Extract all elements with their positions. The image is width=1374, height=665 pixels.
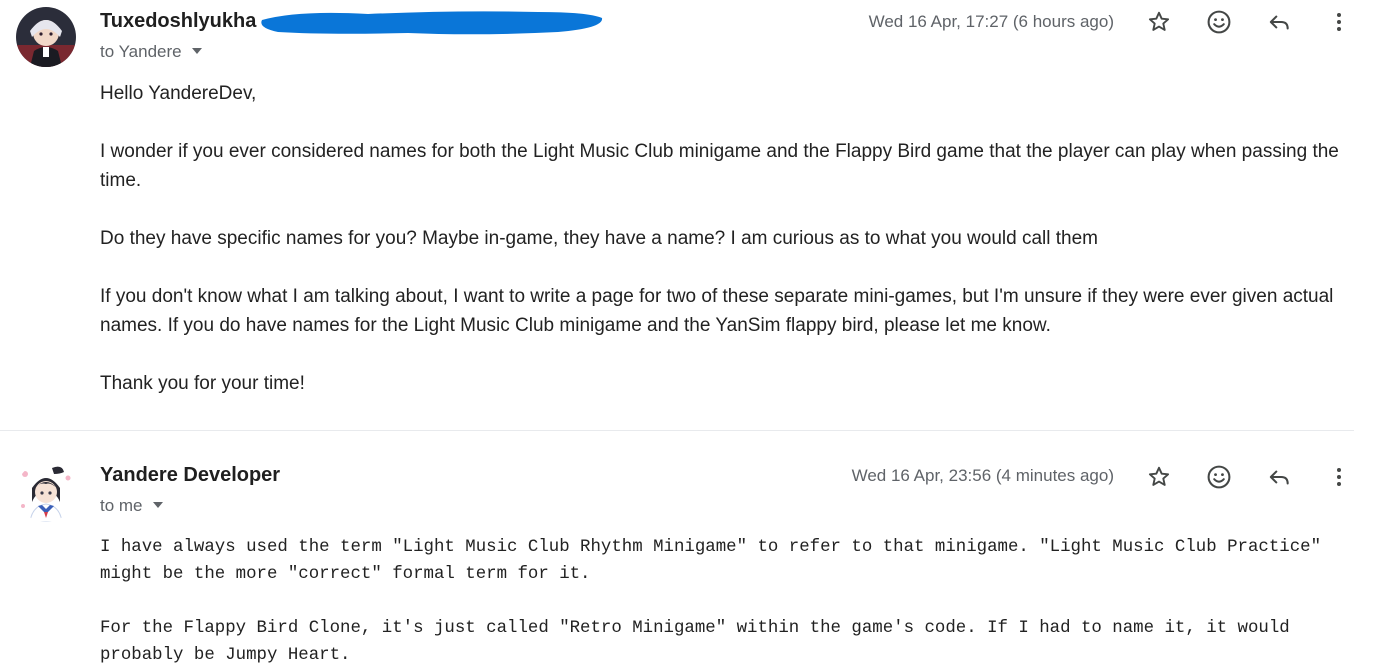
- more-vert-icon: [1337, 13, 1341, 31]
- reply-icon: [1269, 15, 1289, 30]
- sender-avatar[interactable]: [16, 462, 76, 522]
- star-icon: [1148, 466, 1170, 486]
- timestamp: Wed 16 Apr, 23:56 (4 minutes ago): [851, 466, 1114, 485]
- recipient-label: to Yandere: [100, 42, 182, 61]
- message-body: Hello YandereDev, I wonder if you ever c…: [100, 79, 1360, 427]
- body-paragraph: I wonder if you ever considered names fo…: [100, 141, 1339, 191]
- body-paragraph: Thank you for your time!: [100, 373, 305, 394]
- sender-avatar[interactable]: [16, 7, 76, 67]
- star-icon: [1148, 11, 1170, 31]
- message-body: I have always used the term "Light Music…: [100, 534, 1372, 665]
- timestamp: Wed 16 Apr, 17:27 (6 hours ago): [868, 12, 1114, 31]
- chevron-down-icon: [191, 47, 202, 54]
- reply-icon: [1269, 470, 1289, 485]
- more-vert-icon: [1337, 468, 1341, 486]
- recipient-dropdown[interactable]: to Yandere: [100, 42, 202, 62]
- star-button[interactable]: [1141, 459, 1177, 495]
- redaction-scribble: [258, 6, 606, 36]
- recipient-dropdown[interactable]: to me: [100, 496, 163, 516]
- sender-name[interactable]: Tuxedoshlyukha: [100, 10, 256, 33]
- reply-button[interactable]: [1261, 459, 1297, 495]
- more-options-button[interactable]: [1321, 4, 1357, 40]
- email-message-1: Tuxedoshlyukha to Yandere Wed 16 Apr, 17…: [0, 0, 1354, 432]
- recipient-label: to me: [100, 496, 143, 515]
- add-reaction-button[interactable]: [1201, 459, 1237, 495]
- body-paragraph: Do they have specific names for you? May…: [100, 228, 1099, 249]
- body-paragraph: I have always used the term "Light Music…: [100, 538, 1322, 584]
- email-message-2: Yandere Developer to me Wed 16 Apr, 23:5…: [0, 432, 1354, 665]
- sender-name[interactable]: Yandere Developer: [100, 464, 280, 487]
- body-paragraph: If you don't know what I am talking abou…: [100, 286, 1334, 336]
- body-paragraph: For the Flappy Bird Clone, it's just cal…: [100, 619, 1290, 665]
- more-options-button[interactable]: [1321, 459, 1357, 495]
- reply-button[interactable]: [1261, 4, 1297, 40]
- emoji-icon: [1207, 465, 1231, 489]
- chevron-down-icon: [152, 501, 163, 508]
- emoji-icon: [1207, 10, 1231, 34]
- message-divider: [0, 430, 1354, 431]
- add-reaction-button[interactable]: [1201, 4, 1237, 40]
- star-button[interactable]: [1141, 4, 1177, 40]
- body-paragraph: Hello YandereDev,: [100, 83, 257, 104]
